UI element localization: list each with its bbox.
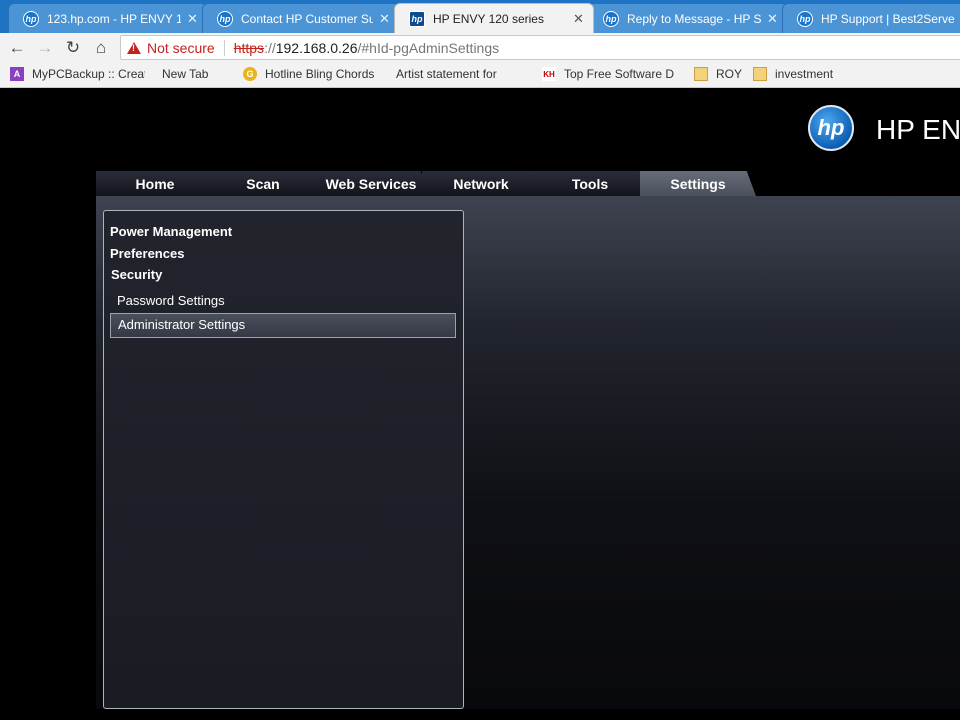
hp-icon: hp [217,10,233,27]
browser-tab-title: HP ENVY 120 series [433,11,544,26]
menu-power-management[interactable]: Power Management [110,224,232,239]
browser-tab-title: Contact HP Customer Su [241,11,373,26]
back-arrow-icon[interactable]: ← [6,37,28,59]
settings-side-menu: Power Management Preferences Security Pa… [103,210,464,709]
close-icon[interactable]: ✕ [767,11,779,27]
bookmark-mypcbackup[interactable]: A MyPCBackup :: Creat [10,67,145,81]
hp-icon: hp [409,10,425,27]
browser-tab-1[interactable]: hp 123.hp.com - HP ENVY 1 ✕ [8,3,208,33]
menu-security[interactable]: Security [111,267,162,282]
browser-toolbar: ← → ↻ ⌂ Not secure https://192.168.0.26/… [0,33,960,62]
browser-tab-5[interactable]: hp HP Support | Best2Serve [782,3,960,33]
hp-icon: hp [603,10,619,27]
reload-icon[interactable]: ↻ [62,37,84,59]
url-path: /#hId-pgAdminSettings [357,39,500,56]
url-scheme: https [233,39,265,56]
chords-icon: G [243,67,257,81]
hp-logo-text: hp [817,115,845,140]
address-bar[interactable]: Not secure https://192.168.0.26/#hId-pgA… [120,35,960,60]
browser-tab-4[interactable]: hp Reply to Message - HP S ✕ [588,3,788,33]
nav-tab-tools[interactable]: Tools [531,171,649,196]
browser-tab-2[interactable]: hp Contact HP Customer Su ✕ [202,3,400,33]
menu-preferences[interactable]: Preferences [110,246,184,261]
main-nav: Home Scan Web Services Network Tools Set… [96,171,960,196]
nav-tab-scan[interactable]: Scan [204,171,322,196]
url-scheme-separator: :// [264,39,276,56]
bookmark-label: Top Free Software D [564,67,675,81]
bookmark-roy[interactable]: ROY [694,67,744,81]
nav-tab-network[interactable]: Network [422,171,540,196]
menu-administrator-settings[interactable]: Administrator Settings [110,313,456,338]
close-icon[interactable]: ✕ [379,11,391,27]
browser-tab-title: 123.hp.com - HP ENVY 1 [47,11,181,26]
url-host: 192.168.0.26 [275,39,358,56]
folder-icon [694,67,708,81]
bookmark-label: investment [775,67,834,81]
browser-tab-strip: hp 123.hp.com - HP ENVY 1 ✕ hp Contact H… [0,0,960,33]
kh-icon: KH [542,67,556,81]
hp-logo: hp [808,105,854,151]
warning-icon[interactable] [127,41,141,54]
nav-tab-home[interactable]: Home [96,171,214,196]
menu-password-settings[interactable]: Password Settings [117,293,225,308]
browser-tab-title: HP Support | Best2Serve [821,11,955,26]
hp-icon: hp [23,10,39,27]
bookmark-label: Artist statement for [396,67,497,81]
folder-icon [753,67,767,81]
bookmark-top-free-software[interactable]: KH Top Free Software D [542,67,680,81]
nav-tab-settings[interactable]: Settings [640,171,756,196]
divider [223,39,225,56]
printer-web-page: hp HP EN Home Scan Web Services Network … [0,89,960,720]
forward-arrow-icon[interactable]: → [34,37,56,59]
bookmark-label: ROY [716,67,743,81]
hp-icon: hp [797,10,813,27]
close-icon[interactable]: ✕ [573,11,585,27]
bookmark-new-tab[interactable]: New Tab [162,67,237,81]
browser-tab-title: Reply to Message - HP S [627,11,761,26]
bookmark-label: MyPCBackup :: Creat [32,67,145,81]
security-indicator[interactable]: Not secure [147,40,215,56]
bookmark-investment[interactable]: investment [753,67,843,81]
browser-tab-active[interactable]: hp HP ENVY 120 series ✕ [394,3,594,33]
close-icon[interactable]: ✕ [187,11,199,27]
bookmark-label: Hotline Bling Chords [265,67,375,81]
bookmark-hotline-bling[interactable]: G Hotline Bling Chords [243,67,378,81]
bookmark-artist-statement[interactable]: Artist statement for [396,67,526,81]
product-title: HP EN [876,114,960,145]
home-icon[interactable]: ⌂ [90,37,112,59]
nav-tab-web-services[interactable]: Web Services [312,171,430,196]
bookmarks-bar: A MyPCBackup :: Creat New Tab G Hotline … [0,62,960,88]
bookmark-label: New Tab [162,67,209,81]
mypcbackup-icon: A [10,67,24,81]
